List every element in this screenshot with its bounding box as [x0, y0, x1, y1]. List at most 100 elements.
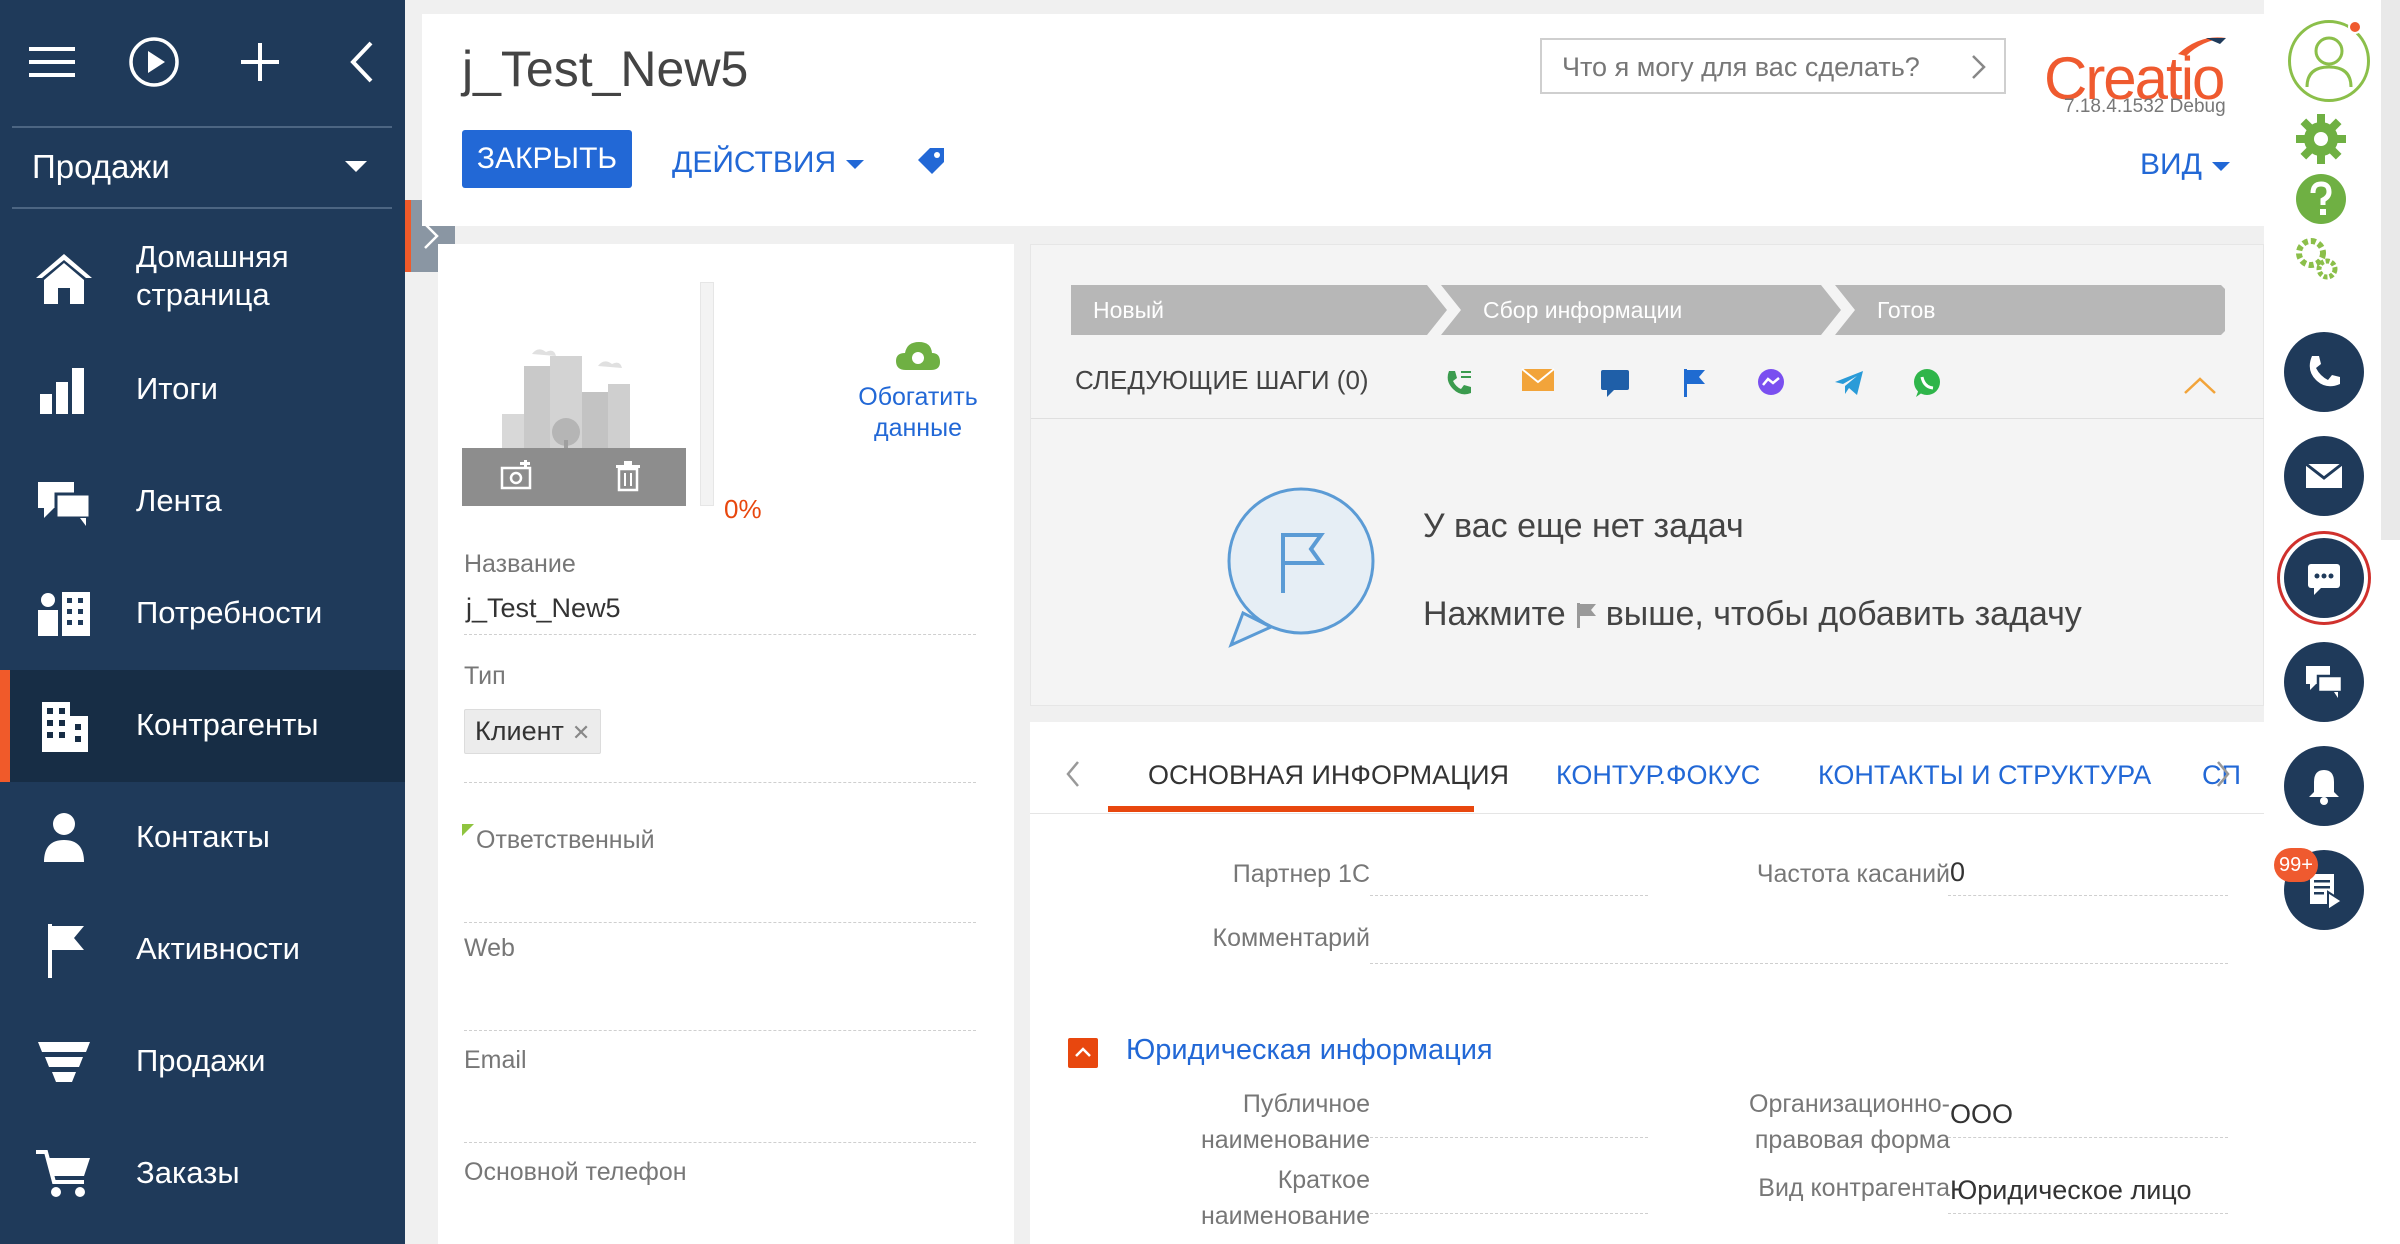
stage-collecting-info[interactable]: Сбор информации — [1441, 285, 1841, 335]
comment-input[interactable] — [1370, 920, 2228, 964]
view-button[interactable]: ВИД — [2140, 148, 2230, 182]
web-input[interactable] — [464, 977, 976, 1031]
account-profile-card: 0% Обогатить данные Название j_Test_New5… — [438, 244, 1014, 1244]
account-kind-label: Вид контрагента — [1758, 1174, 1950, 1202]
tab-main-info[interactable]: ОСНОВНАЯ ИНФОРМАЦИЯ — [1148, 760, 1509, 791]
phone-input[interactable] — [464, 1201, 976, 1244]
sidebar-item-dashboards[interactable]: Итоги — [0, 334, 405, 446]
person-icon — [32, 808, 96, 868]
email-icon[interactable] — [1517, 363, 1557, 403]
stage-ready[interactable]: Готов — [1835, 285, 2225, 335]
email-button[interactable] — [2284, 436, 2364, 516]
call-icon[interactable] — [1439, 363, 1479, 403]
sidebar-item-orders[interactable]: Заказы — [0, 1118, 405, 1230]
frequency-input[interactable]: 0 — [1948, 852, 2228, 896]
owner-field: Ответственный — [462, 824, 976, 923]
caret-down-icon — [2211, 161, 2230, 171]
delete-photo-button[interactable] — [614, 460, 642, 497]
chevron-right-icon — [1972, 55, 1986, 79]
owner-input[interactable] — [464, 869, 976, 923]
chat-button[interactable] — [2284, 538, 2364, 618]
tag-button[interactable] — [914, 144, 948, 183]
chat-icon — [2308, 564, 2340, 595]
completeness-percent: 0% — [724, 494, 762, 524]
completeness-progress-bar — [700, 282, 714, 506]
sidebar-item-accounts[interactable]: Контрагенты — [0, 670, 405, 782]
tabs-scroll-left-button[interactable] — [1064, 760, 1082, 793]
email-label: Email — [464, 1046, 527, 1074]
bar-chart-icon — [32, 360, 96, 420]
sidebar-item-label: Заказы — [136, 1155, 240, 1190]
page-title: j_Test_New5 — [462, 41, 749, 97]
run-process-button[interactable] — [120, 28, 188, 96]
short-name-input[interactable] — [1370, 1170, 1648, 1214]
section-dropdown[interactable]: Продажи — [0, 128, 405, 208]
tab-kontur-focus[interactable]: КОНТУР.ФОКУС — [1556, 760, 1760, 791]
org-form-label-line-2: правовая форма — [1754, 1126, 1950, 1154]
account-photo[interactable] — [462, 344, 686, 550]
tabs-scroll-right-button[interactable] — [2214, 760, 2232, 793]
upload-photo-button[interactable] — [500, 460, 534, 497]
enrich-data-button[interactable]: Обогатить данные — [818, 340, 1018, 444]
close-button[interactable]: ЗАКРЫТЬ — [462, 130, 632, 188]
stage-new[interactable]: Новый — [1071, 285, 1447, 335]
messenger-icon[interactable] — [1751, 363, 1791, 403]
tab-contacts-structure[interactable]: КОНТАКТЫ И СТРУКТУРА — [1818, 760, 2151, 791]
notifications-button[interactable] — [2284, 746, 2364, 826]
sidebar-item-activities[interactable]: Активности — [0, 894, 405, 1006]
left-sidebar: Продажи Домашняя страница Итоги Лента По… — [0, 0, 405, 1244]
phone-button[interactable] — [2284, 332, 2364, 412]
system-settings-button[interactable] — [2294, 236, 2340, 287]
chat-icon[interactable] — [1595, 363, 1635, 403]
whatsapp-icon[interactable] — [1907, 363, 1947, 403]
home-icon — [32, 248, 96, 308]
collapse-sidebar-button[interactable] — [330, 28, 398, 96]
settings-gear-icon — [2296, 114, 2346, 164]
settings-button[interactable] — [2294, 112, 2348, 171]
feed-icon — [32, 472, 96, 532]
sidebar-item-contacts[interactable]: Контакты — [0, 782, 405, 894]
needs-icon — [32, 584, 96, 644]
feed-button[interactable] — [2284, 642, 2364, 722]
tabs-strip: ОСНОВНАЯ ИНФОРМАЦИЯ КОНТУР.ФОКУС КОНТАКТ… — [1090, 722, 2240, 814]
caret-down-icon — [345, 161, 367, 172]
avatar-icon — [2305, 36, 2353, 88]
notification-dot — [2348, 20, 2362, 34]
partner-label: Партнер 1С — [1232, 860, 1370, 888]
collapse-section-button[interactable] — [2183, 375, 2217, 400]
sidebar-item-feed[interactable]: Лента — [0, 446, 405, 558]
add-button[interactable] — [226, 28, 294, 96]
type-label: Тип — [464, 662, 506, 690]
sidebar-item-home[interactable]: Домашняя страница — [0, 222, 405, 334]
remove-chip-icon[interactable]: ✕ — [572, 720, 590, 745]
telegram-icon[interactable] — [1829, 363, 1869, 403]
org-form-input[interactable]: ООО — [1948, 1094, 2228, 1138]
name-input[interactable]: j_Test_New5 — [464, 593, 976, 635]
phone-label: Основной телефон — [464, 1158, 687, 1186]
email-input[interactable] — [464, 1089, 976, 1143]
command-search-input[interactable]: Что я могу для вас сделать? — [1540, 38, 2006, 94]
sidebar-item-opportunities[interactable]: Продажи — [0, 1006, 405, 1118]
public-name-input[interactable] — [1370, 1094, 1648, 1138]
partner-input[interactable] — [1370, 852, 1648, 896]
public-name-label-line-1: Публичное — [1242, 1090, 1370, 1118]
page-header: j_Test_New5 ЗАКРЫТЬ ДЕЙСТВИЯ Что я могу … — [422, 14, 2264, 226]
flag-icon[interactable] — [1673, 363, 1713, 403]
bell-icon — [2309, 770, 2339, 805]
chevron-left-icon — [350, 41, 373, 83]
actions-button-label: ДЕЙСТВИЯ — [672, 146, 837, 179]
sidebar-item-needs[interactable]: Потребности — [0, 558, 405, 670]
actions-button[interactable]: ДЕЙСТВИЯ — [672, 146, 865, 180]
menu-button[interactable] — [18, 28, 86, 96]
scrollbar[interactable] — [2381, 0, 2400, 540]
type-input[interactable]: Клиент ✕ — [464, 691, 976, 783]
phone-icon — [2309, 356, 2340, 387]
sidebar-item-label: Потребности — [136, 595, 323, 630]
play-icon — [129, 37, 179, 87]
section-dropdown-label: Продажи — [32, 148, 170, 185]
caret-down-icon — [846, 159, 865, 169]
short-name-label: Краткое наименование — [1090, 1162, 1370, 1234]
help-button[interactable] — [2294, 172, 2348, 231]
account-kind-input[interactable]: Юридическое лицо — [1948, 1170, 2228, 1214]
collapse-group-toggle[interactable] — [1068, 1038, 1098, 1068]
